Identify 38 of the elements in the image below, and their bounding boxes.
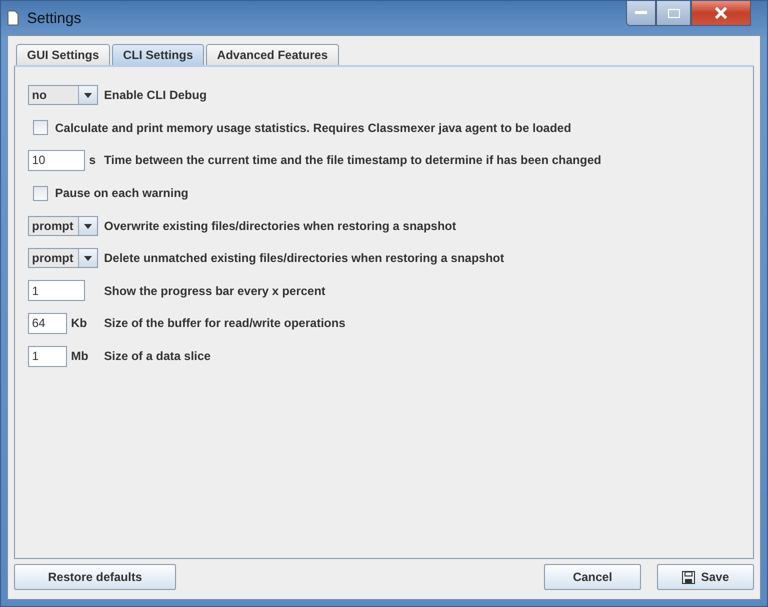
- caret-icon: [78, 86, 97, 104]
- close-button[interactable]: [691, 1, 751, 26]
- option-label: Delete unmatched existing files/directories when restoring a snapshot: [104, 251, 504, 266]
- input-field[interactable]: 64: [28, 312, 67, 334]
- close-icon: [714, 7, 728, 19]
- save-button[interactable]: Save: [657, 564, 754, 590]
- unit-label: Kb: [71, 316, 87, 330]
- checkbox[interactable]: [33, 120, 48, 136]
- input-field[interactable]: 1: [28, 346, 67, 367]
- minimize-button[interactable]: [626, 1, 656, 26]
- caret-icon: [78, 249, 97, 268]
- option-label: Show the progress bar every x percent: [104, 284, 326, 298]
- input-field[interactable]: 1: [28, 280, 85, 302]
- caret-icon: [78, 216, 97, 235]
- document-icon: [7, 10, 19, 26]
- option-label: Size of the buffer for read/write operations: [104, 316, 346, 330]
- option-label: Size of a data slice: [104, 349, 211, 364]
- unit-label: s: [89, 153, 96, 168]
- dropdown[interactable]: prompt: [28, 248, 98, 268]
- dropdown[interactable]: no: [28, 85, 98, 106]
- restore-defaults-button[interactable]: Restore defaults: [14, 564, 176, 590]
- checkbox[interactable]: [33, 186, 48, 201]
- option-label: Overwrite existing files/directories when restoring a snapshot: [104, 218, 456, 233]
- minimize-icon: [635, 11, 647, 15]
- checkbox-label: Pause on each warning: [55, 186, 188, 200]
- tab[interactable]: CLI Settings: [112, 44, 204, 65]
- cancel-button[interactable]: Cancel: [544, 564, 641, 590]
- window-title: Settings: [27, 10, 82, 26]
- maximize-icon: [668, 8, 680, 18]
- option-label: Enable CLI Debug: [104, 88, 207, 102]
- maximize-button[interactable]: [656, 1, 691, 26]
- option-label: Time between the current time and the file timestamp to determine if has been changed: [104, 153, 602, 168]
- unit-label: Mb: [71, 349, 88, 364]
- tab[interactable]: Advanced Features: [206, 44, 339, 65]
- tab[interactable]: GUI Settings: [16, 44, 110, 65]
- checkbox-label: Calculate and print memory usage statistics. Requires Classmexer java agent to be loaded: [55, 120, 572, 135]
- input-field[interactable]: 10: [28, 150, 85, 171]
- dropdown[interactable]: prompt: [28, 216, 98, 236]
